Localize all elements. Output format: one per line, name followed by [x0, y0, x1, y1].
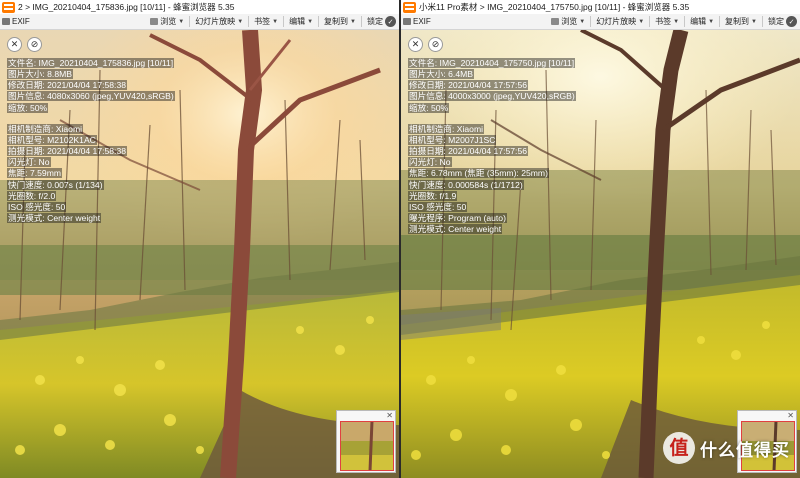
- bookmark-menu[interactable]: 书签 ▼: [252, 15, 280, 29]
- chevron-down-icon: ▼: [237, 18, 244, 25]
- exif-line: 图片信息: 4080x3060 (jpeg,YUV420,sRGB): [7, 91, 175, 102]
- exif-line: 图片信息: 4000x3000 (jpeg,YUV420,sRGB): [408, 91, 576, 102]
- zoom-button[interactable]: ⊘: [428, 37, 443, 52]
- check-icon[interactable]: ✓: [786, 16, 797, 27]
- slideshow-menu[interactable]: 幻灯片放映 ▼: [594, 15, 646, 29]
- edit-menu[interactable]: 编辑 ▼: [688, 15, 716, 29]
- exif-line: 焦距: 6.78mm (焦距 (35mm): 25mm): [408, 168, 549, 179]
- exif-overlay: 文件名: IMG_20210404_175836.jpg [10/11] 图片大小…: [7, 58, 175, 224]
- camera-icon: [2, 18, 10, 25]
- viewport-frame[interactable]: [340, 421, 394, 471]
- exif-line: 测光模式: Center weight: [7, 213, 102, 224]
- exif-line: 快门速度: 0.007s (1/134): [7, 179, 104, 190]
- zoom-icon: ⊘: [431, 39, 440, 49]
- zoom-icon: ⊘: [30, 39, 39, 49]
- exif-line: 文件名: IMG_20210404_175836.jpg [10/11]: [7, 58, 175, 68]
- chevron-down-icon: ▼: [673, 18, 680, 25]
- exif-button[interactable]: EXIF: [401, 15, 433, 29]
- exif-line: 拍摄日期: 2021/04/04 17:58:38: [7, 146, 128, 157]
- app-icon: [2, 1, 15, 13]
- exif-button[interactable]: EXIF: [0, 15, 32, 29]
- exif-line: 相机型号: M2102K1AC: [7, 134, 97, 145]
- watermark: 值 什么值得买: [663, 432, 790, 464]
- chevron-down-icon: ▼: [272, 18, 279, 25]
- exif-line: 焦距: 7.59mm: [7, 168, 63, 179]
- close-icon: ✕: [411, 39, 420, 49]
- browse-menu[interactable]: 浏览 ▼: [148, 15, 186, 29]
- exif-line: ISO 感光度: 50: [408, 201, 468, 212]
- title-bar[interactable]: 小米11 Pro素材 > IMG_20210404_175750.jpg [10…: [401, 0, 800, 14]
- camera-icon: [403, 18, 411, 25]
- window-title: 2 > IMG_20210404_175836.jpg [10/11] - 蜂蜜…: [18, 2, 235, 12]
- exif-line: 快门速度: 0.000584s (1/1712): [408, 179, 524, 190]
- app-icon: [403, 1, 416, 13]
- check-icon[interactable]: ✓: [385, 16, 396, 27]
- image-viewer[interactable]: ✕ ⊘ 文件名: IMG_20210404_175836.jpg [10/11]…: [0, 30, 399, 478]
- close-icon[interactable]: ✕: [386, 411, 393, 420]
- slideshow-menu[interactable]: 幻灯片放映 ▼: [193, 15, 245, 29]
- window-title: 小米11 Pro素材 > IMG_20210404_175750.jpg [10…: [419, 2, 690, 12]
- chevron-down-icon: ▼: [708, 18, 715, 25]
- title-bar[interactable]: 2 > IMG_20210404_175836.jpg [10/11] - 蜂蜜…: [0, 0, 399, 14]
- exif-spacer: [7, 114, 175, 124]
- exif-line: 测光模式: Center weight: [408, 224, 503, 235]
- exif-line: 相机制造商: Xiaomi: [408, 123, 485, 134]
- chevron-down-icon: ▼: [751, 18, 757, 25]
- close-icon: ✕: [10, 39, 19, 49]
- exif-line: 闪光灯: No: [7, 157, 51, 168]
- chevron-down-icon: ▼: [307, 18, 314, 25]
- exif-line: 缩放: 50%: [408, 102, 450, 113]
- viewer-window-left: 2 > IMG_20210404_175836.jpg [10/11] - 蜂蜜…: [0, 0, 399, 478]
- close-button[interactable]: ✕: [7, 37, 22, 52]
- exif-line: 闪光灯: No: [408, 157, 452, 168]
- navigator-thumbnail[interactable]: ✕: [336, 410, 396, 473]
- exif-line: ISO 感光度: 50: [7, 201, 67, 212]
- exif-line: 相机型号: M2007J1SC: [408, 134, 497, 145]
- chevron-down-icon: ▼: [638, 18, 645, 25]
- exif-line: 修改日期: 2021/04/04 17:57:56: [408, 80, 529, 91]
- exif-line: 光圈数: f/1.9: [408, 190, 458, 201]
- toolbar: EXIF 浏览 ▼ 幻灯片放映 ▼ 书签 ▼ 编辑 ▼ 复制到 ▼ 锁定 ✓: [0, 14, 399, 30]
- browse-menu[interactable]: 浏览 ▼: [549, 15, 587, 29]
- close-button[interactable]: ✕: [408, 37, 423, 52]
- edit-menu[interactable]: 编辑 ▼: [287, 15, 315, 29]
- exif-overlay: 文件名: IMG_20210404_175750.jpg [10/11] 图片大小…: [408, 58, 576, 235]
- exif-spacer: [408, 114, 576, 124]
- exif-line: 图片大小: 8.8MB: [7, 69, 73, 80]
- exif-line: 光圈数: f/2.0: [7, 190, 57, 201]
- exif-line: 曝光程序: Program (auto): [408, 213, 507, 224]
- chevron-down-icon: ▼: [579, 18, 586, 25]
- lock-button[interactable]: 锁定: [365, 15, 385, 29]
- close-icon[interactable]: ✕: [787, 411, 794, 420]
- bookmark-menu[interactable]: 书签 ▼: [653, 15, 681, 29]
- copy-to-menu[interactable]: 复制到 ▼: [723, 15, 759, 29]
- chevron-down-icon: ▼: [178, 18, 185, 25]
- watermark-text: 什么值得买: [700, 440, 790, 461]
- exif-line: 修改日期: 2021/04/04 17:58:38: [7, 80, 128, 91]
- viewer-window-right: 小米11 Pro素材 > IMG_20210404_175750.jpg [10…: [401, 0, 800, 478]
- exif-line: 拍摄日期: 2021/04/04 17:57:56: [408, 146, 529, 157]
- watermark-logo: 值: [663, 432, 695, 464]
- exif-line: 图片大小: 6.4MB: [408, 69, 474, 80]
- browse-icon: [551, 18, 560, 25]
- image-viewer[interactable]: ✕ ⊘ 文件名: IMG_20210404_175750.jpg [10/11]…: [401, 30, 800, 478]
- toolbar: EXIF 浏览 ▼ 幻灯片放映 ▼ 书签 ▼ 编辑 ▼ 复制到 ▼ 锁定 ✓: [401, 14, 800, 30]
- browse-icon: [150, 18, 159, 25]
- chevron-down-icon: ▼: [350, 18, 356, 25]
- exif-line: 相机制造商: Xiaomi: [7, 123, 84, 134]
- lock-button[interactable]: 锁定: [766, 15, 786, 29]
- zoom-button[interactable]: ⊘: [27, 37, 42, 52]
- exif-line: 缩放: 50%: [7, 102, 49, 113]
- copy-to-menu[interactable]: 复制到 ▼: [322, 15, 358, 29]
- exif-line: 文件名: IMG_20210404_175750.jpg [10/11]: [408, 58, 576, 68]
